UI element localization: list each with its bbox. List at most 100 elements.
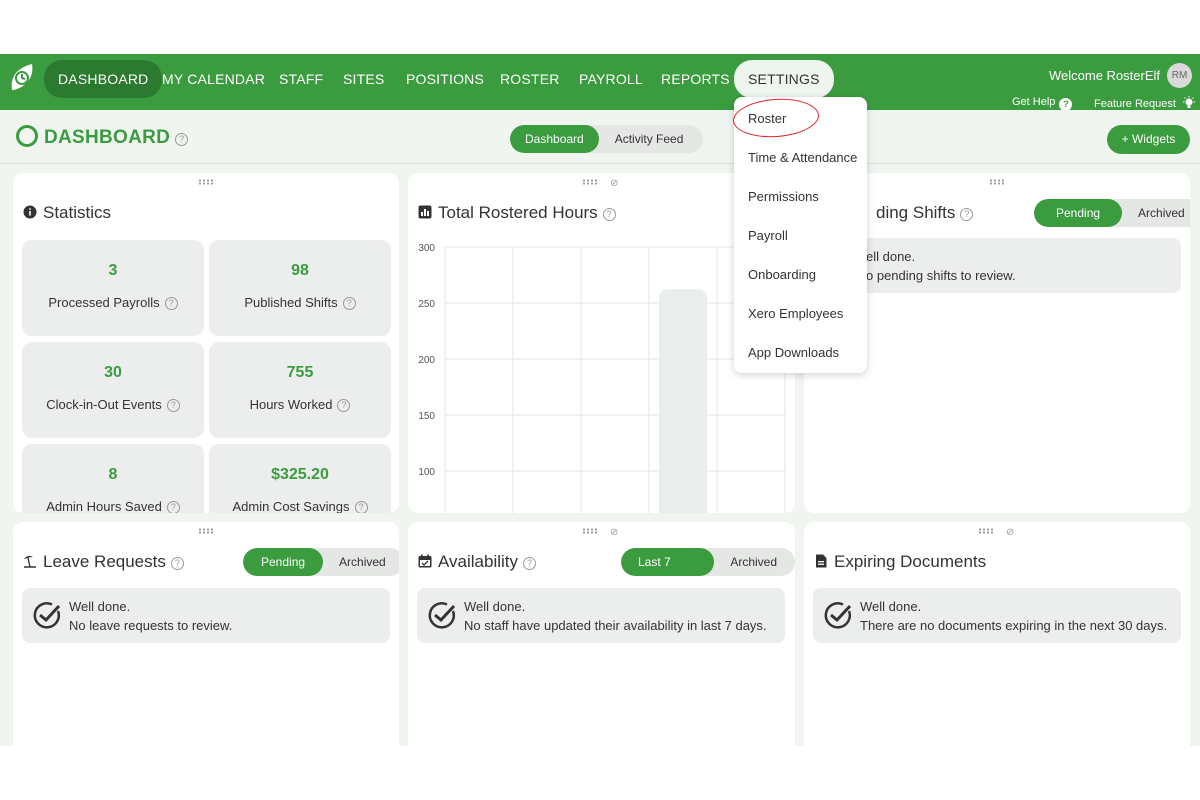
- get-help-link[interactable]: Get Help?: [1012, 96, 1073, 111]
- tab-last-7-days[interactable]: Last 7 Days: [621, 548, 715, 576]
- help-icon[interactable]: ?: [166, 501, 180, 513]
- settings-menu-permissions[interactable]: Permissions: [748, 189, 819, 204]
- stat-label: Admin Hours Saved?: [22, 499, 204, 513]
- stat-label: Admin Cost Savings?: [209, 499, 391, 513]
- stat-label-text: Processed Payrolls: [48, 295, 160, 310]
- rosterelf-logo-icon[interactable]: [8, 60, 36, 94]
- drag-handle-icon[interactable]: [989, 179, 1005, 185]
- page-title: DASHBOARD?: [16, 125, 189, 149]
- leave-requests-title: Leave Requests?: [23, 552, 184, 572]
- notice-line-2: No staff have updated their availability…: [464, 618, 767, 633]
- stat-admin-cost-savings: $325.20 Admin Cost Savings?: [209, 444, 391, 513]
- settings-dropdown: Roster Time & Attendance Permissions Pay…: [734, 97, 867, 373]
- nav-positions[interactable]: POSITIONS: [406, 62, 484, 96]
- nav-dashboard[interactable]: DASHBOARD: [44, 60, 163, 98]
- stat-label-text: Admin Hours Saved: [46, 499, 162, 513]
- settings-menu-payroll[interactable]: Payroll: [748, 228, 788, 243]
- chart-y-tick-label: 300: [418, 243, 435, 254]
- help-icon[interactable]: ?: [337, 399, 351, 412]
- page-title-text: DASHBOARD: [44, 127, 171, 148]
- help-icon[interactable]: ?: [342, 297, 356, 310]
- hide-eye-icon[interactable]: ⊘: [610, 527, 618, 538]
- stat-label: Clock-in-Out Events?: [22, 397, 204, 412]
- stat-value: 98: [291, 262, 309, 279]
- statistics-card: Statistics 3 Processed Payrolls? 98 Publis…: [13, 173, 399, 513]
- help-icon[interactable]: ?: [523, 557, 537, 570]
- leave-requests-title-text: Leave Requests: [43, 552, 166, 571]
- pending-shifts-title-text: ding Shifts: [876, 203, 956, 222]
- dashboard-gauge-icon: [16, 125, 38, 147]
- welcome-text: Welcome RosterElf: [1048, 68, 1160, 83]
- hide-eye-icon[interactable]: ⊘: [1006, 527, 1014, 538]
- help-icon[interactable]: ?: [602, 208, 616, 221]
- nav-settings[interactable]: SETTINGS: [734, 60, 834, 98]
- drag-handle-icon[interactable]: [582, 528, 598, 534]
- drag-handle-icon[interactable]: [198, 528, 214, 534]
- stat-admin-hours-saved: 8 Admin Hours Saved?: [22, 444, 204, 513]
- help-icon[interactable]: ?: [354, 501, 368, 513]
- settings-menu-onboarding[interactable]: Onboarding: [748, 267, 816, 282]
- top-navigation: DASHBOARD MY CALENDAR STAFF SITES POSITI…: [0, 54, 1200, 111]
- stat-value: $325.20: [271, 466, 329, 483]
- pending-shifts-title: ding Shifts?: [876, 203, 974, 223]
- tab-pending[interactable]: Pending: [243, 548, 324, 576]
- nav-payroll[interactable]: PAYROLL: [579, 62, 643, 96]
- tab-activity-feed[interactable]: Activity Feed: [599, 125, 704, 153]
- pending-shifts-notice: ell done. o pending shifts to review.: [813, 238, 1181, 293]
- rostered-hours-title: Total Rostered Hours?: [418, 203, 616, 223]
- nav-staff[interactable]: STAFF: [279, 62, 323, 96]
- availability-card: ⊘ Availability? Last 7 Days Archived Wel…: [408, 522, 795, 762]
- notice-line-1: Well done.: [464, 599, 526, 614]
- availability-title-text: Availability: [438, 552, 519, 571]
- nav-sites[interactable]: SITES: [343, 62, 384, 96]
- settings-menu-time-attendance[interactable]: Time & Attendance: [748, 150, 857, 165]
- help-icon[interactable]: ?: [960, 208, 974, 221]
- beach-icon: [24, 555, 36, 568]
- tab-archived[interactable]: Archived: [323, 548, 399, 576]
- availability-title: Availability?: [418, 552, 537, 572]
- drag-handle-icon[interactable]: [582, 179, 598, 185]
- stat-label-text: Clock-in-Out Events: [46, 397, 162, 412]
- tab-archived[interactable]: Archived: [714, 548, 795, 576]
- feature-request-label: Feature Request: [1094, 98, 1176, 110]
- hide-eye-icon[interactable]: ⊘: [610, 178, 618, 189]
- add-widgets-button[interactable]: + Widgets: [1107, 125, 1190, 154]
- title-bar: DASHBOARD? Dashboard Activity Feed + Wid…: [0, 110, 1200, 164]
- help-icon[interactable]: ?: [166, 399, 180, 412]
- leave-requests-card: Leave Requests? Pending Archived Well do…: [13, 522, 399, 762]
- settings-menu-xero-employees[interactable]: Xero Employees: [748, 306, 843, 321]
- nav-roster[interactable]: ROSTER: [500, 62, 560, 96]
- expiring-documents-title: Expiring Documents: [814, 552, 986, 572]
- lightbulb-icon: [1183, 96, 1195, 108]
- stat-processed-payrolls: 3 Processed Payrolls?: [22, 240, 204, 336]
- help-icon[interactable]: ?: [175, 133, 189, 146]
- help-icon[interactable]: ?: [164, 297, 178, 310]
- stat-label-text: Admin Cost Savings: [232, 499, 350, 513]
- chart-y-tick-label: 150: [418, 411, 435, 422]
- drag-handle-icon[interactable]: [978, 528, 994, 534]
- help-icon[interactable]: ?: [170, 557, 184, 570]
- stat-clock-in-out-events: 30 Clock-in-Out Events?: [22, 342, 204, 438]
- stat-label-text: Hours Worked: [249, 397, 333, 412]
- calendar-icon: [418, 554, 432, 568]
- nav-reports[interactable]: REPORTS: [661, 62, 730, 96]
- rostered-hours-title-text: Total Rostered Hours: [438, 203, 598, 222]
- nav-my-calendar[interactable]: MY CALENDAR: [162, 62, 265, 96]
- tab-dashboard[interactable]: Dashboard: [510, 125, 599, 153]
- statistics-title-text: Statistics: [43, 203, 112, 222]
- drag-handle-icon[interactable]: [198, 179, 214, 185]
- feature-request-link[interactable]: Feature Request: [1094, 96, 1196, 110]
- availability-notice: Well done. No staff have updated their a…: [417, 588, 785, 643]
- stat-published-shifts: 98 Published Shifts?: [209, 240, 391, 336]
- availability-toggle: Last 7 Days Archived: [621, 548, 795, 576]
- view-toggle: Dashboard Activity Feed: [510, 125, 704, 153]
- avatar[interactable]: RM: [1167, 63, 1192, 88]
- tab-archived[interactable]: Archived: [1122, 199, 1190, 227]
- notice-line-2: o pending shifts to review.: [866, 268, 1016, 283]
- stat-value: 3: [108, 262, 118, 279]
- expiring-documents-notice: Well done. There are no documents expiri…: [813, 588, 1181, 643]
- settings-menu-app-downloads[interactable]: App Downloads: [748, 345, 839, 360]
- tab-pending[interactable]: Pending: [1034, 199, 1123, 227]
- chart-y-tick-label: 200: [418, 355, 435, 366]
- dashboard-page: DASHBOARD? Dashboard Activity Feed + Wid…: [0, 110, 1200, 762]
